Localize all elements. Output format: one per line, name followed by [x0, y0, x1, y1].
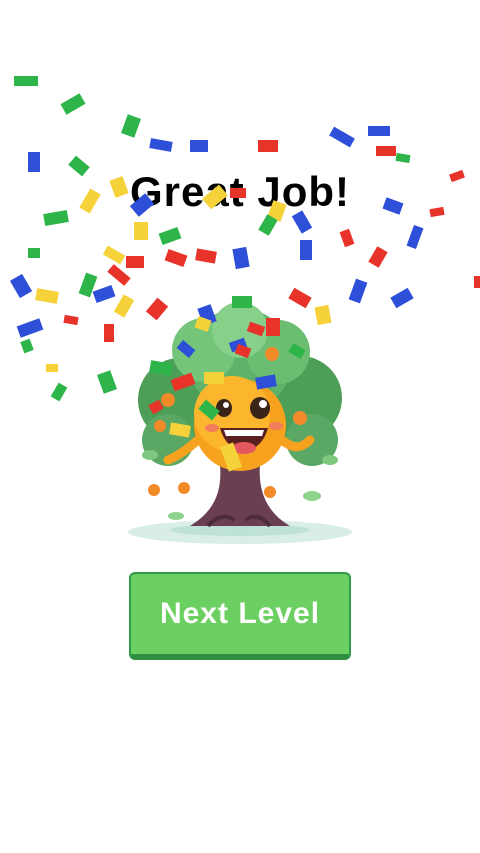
- confetti-piece: [78, 272, 98, 298]
- confetti-piece: [102, 245, 126, 265]
- confetti-piece: [104, 324, 114, 342]
- confetti-piece: [158, 226, 182, 246]
- confetti-piece: [35, 288, 59, 304]
- confetti-piece: [107, 264, 131, 286]
- confetti-piece: [376, 146, 396, 156]
- confetti-piece: [329, 126, 355, 148]
- confetti-piece: [16, 318, 44, 338]
- confetti-piece: [20, 338, 34, 354]
- confetti-piece: [368, 126, 390, 136]
- confetti-piece: [149, 138, 173, 152]
- confetti-piece: [28, 248, 40, 258]
- confetti-piece: [121, 114, 141, 138]
- confetti-piece: [60, 93, 86, 115]
- confetti-piece: [300, 240, 312, 260]
- level-complete-screen: Great Job! Next Level: [0, 0, 480, 853]
- confetti-piece: [164, 248, 188, 268]
- confetti-piece: [126, 256, 144, 268]
- confetti-piece: [474, 276, 480, 288]
- confetti-piece: [97, 370, 117, 394]
- smiling-orange-tree-mascot-icon: [128, 302, 352, 544]
- confetti-piece: [9, 273, 33, 299]
- confetti-piece: [339, 228, 355, 248]
- confetti-piece: [195, 248, 217, 264]
- confetti-piece: [14, 76, 38, 86]
- confetti-piece: [46, 364, 58, 372]
- confetti-piece: [190, 140, 208, 152]
- confetti-piece: [258, 140, 278, 152]
- confetti-piece: [134, 222, 148, 240]
- confetti-piece: [50, 382, 68, 402]
- confetti-piece: [368, 246, 388, 268]
- confetti-piece: [92, 284, 116, 304]
- page-title: Great Job!: [129, 168, 351, 215]
- confetti-piece: [63, 314, 79, 326]
- confetti-piece: [395, 152, 411, 164]
- confetti-piece: [232, 246, 250, 270]
- confetti-piece: [406, 224, 424, 250]
- confetti-piece: [390, 287, 414, 309]
- next-level-button[interactable]: Next Level: [129, 572, 351, 660]
